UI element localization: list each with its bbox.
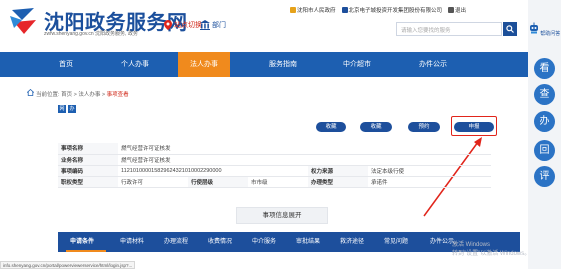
nav-personal[interactable]: 个人办事 <box>110 52 160 77</box>
breadcrumb: 当前位置: 首页 > 法人办事 > 事项查看 <box>36 90 129 98</box>
building-icon <box>200 20 210 30</box>
side-button-rate[interactable]: 评 <box>534 166 555 187</box>
nav-agency[interactable]: 中介超市 <box>332 52 382 77</box>
logout-link[interactable]: 退出 <box>448 6 466 14</box>
location-switch-label: 站点切换 <box>174 22 202 29</box>
breadcrumb-current: 事项查看 <box>106 92 129 98</box>
side-button-view[interactable]: 看 <box>534 58 555 79</box>
side-button-handle[interactable]: 办 <box>534 111 555 132</box>
search-button[interactable] <box>503 22 517 36</box>
help-label: 帮助问答 <box>540 31 561 37</box>
tab-fees[interactable]: 收费情况 <box>208 232 232 252</box>
collect-button[interactable]: 收藏 <box>360 122 392 132</box>
nav-guide[interactable]: 服务指南 <box>258 52 308 77</box>
page: 沈阳政务服务网 zwfw.shenyang.gov.cn 沈阳政务服务, 政务 … <box>0 0 561 269</box>
breadcrumb-prefix: 当前位置: <box>36 92 60 98</box>
robot-icon <box>529 22 538 34</box>
tag-online: 网 <box>58 105 66 113</box>
top-link-user[interactable]: 北京电子城投资开发集团股份有限公司 <box>341 6 442 14</box>
nav-home[interactable]: 首页 <box>48 52 84 77</box>
search-icon <box>506 25 514 33</box>
home-icon <box>27 89 34 96</box>
active-tab-indicator <box>66 250 106 252</box>
status-bar-url: info.shenyang.gov.cn/portal/powerviewers… <box>0 261 136 269</box>
map-pin-icon <box>164 20 172 30</box>
side-button-return[interactable]: 回 <box>534 140 555 161</box>
department-button[interactable]: 部门 <box>200 20 226 30</box>
tab-faq[interactable]: 常见问题 <box>384 232 408 252</box>
main-nav: 首页 个人办事 法人办事 服务指南 中介超市 办件公示 <box>0 52 528 77</box>
table-row: 职权类型 行政许可 行使层级 市市级 办理类型 承诺件 <box>58 176 491 188</box>
table-row: 事项名称 燃气经营许可证核发 <box>58 143 491 155</box>
tab-conditions[interactable]: 申请条件 <box>70 232 94 252</box>
header: 沈阳政务服务网 zwfw.shenyang.gov.cn 沈阳政务服务, 政务 … <box>0 0 528 50</box>
tab-publicity[interactable]: 办件公示 <box>430 232 454 252</box>
detail-tabs: 申请条件 申请材料 办理流程 收费情况 中介服务 审批结果 救济途径 常见问题 … <box>58 232 520 252</box>
top-link-gov[interactable]: 沈阳市人民政府 <box>290 6 336 14</box>
top-links: 沈阳市人民政府 北京电子城投资开发集团股份有限公司 退出 <box>290 6 466 14</box>
tab-relief[interactable]: 救济途径 <box>340 232 364 252</box>
favorite-button[interactable]: 收藏 <box>316 122 346 132</box>
table-row: 事项编码 112101000015829624321010002290000 权… <box>58 165 491 177</box>
windows-activation-watermark: 激活 Windows 转到"设置"以激活 Windows。 <box>452 242 531 257</box>
building-icon <box>290 7 296 13</box>
table-row: 业务名称 燃气经营许可证核发 <box>58 154 491 166</box>
department-label: 部门 <box>212 22 226 29</box>
tab-materials[interactable]: 申请材料 <box>120 232 144 252</box>
appointment-button[interactable]: 预约 <box>408 122 440 132</box>
logo-icon <box>10 8 36 34</box>
tab-results[interactable]: 审批结果 <box>296 232 320 252</box>
site-subtitle: zwfw.shenyang.gov.cn 沈阳政务服务, 政务 <box>44 31 138 37</box>
right-sidebar: 帮助问答 看 查 办 回 评 <box>528 0 561 269</box>
apply-button[interactable]: 申报 <box>454 122 494 132</box>
lock-icon <box>448 7 455 13</box>
expand-info-button[interactable]: 事项信息展开 <box>236 207 328 224</box>
breadcrumb-path[interactable]: 首页 > 法人办事 > <box>61 92 107 98</box>
help-qa[interactable]: 帮助问答 <box>528 22 561 37</box>
tag-handle: 办 <box>68 105 76 113</box>
user-icon <box>341 7 348 13</box>
location-switch-button[interactable]: 站点切换 <box>164 20 202 30</box>
side-button-check[interactable]: 查 <box>534 84 555 105</box>
tab-agency[interactable]: 中介服务 <box>252 232 276 252</box>
item-info-table: 事项名称 燃气经营许可证核发 业务名称 燃气经营许可证核发 事项编码 11210… <box>58 143 491 188</box>
service-tags: 网 办 <box>58 105 76 113</box>
search-input[interactable]: 请输入您要找的服务 <box>396 22 502 36</box>
tab-process[interactable]: 办理流程 <box>164 232 188 252</box>
nav-publicity[interactable]: 办件公示 <box>408 52 458 77</box>
nav-corporate[interactable]: 法人办事 <box>178 52 230 77</box>
